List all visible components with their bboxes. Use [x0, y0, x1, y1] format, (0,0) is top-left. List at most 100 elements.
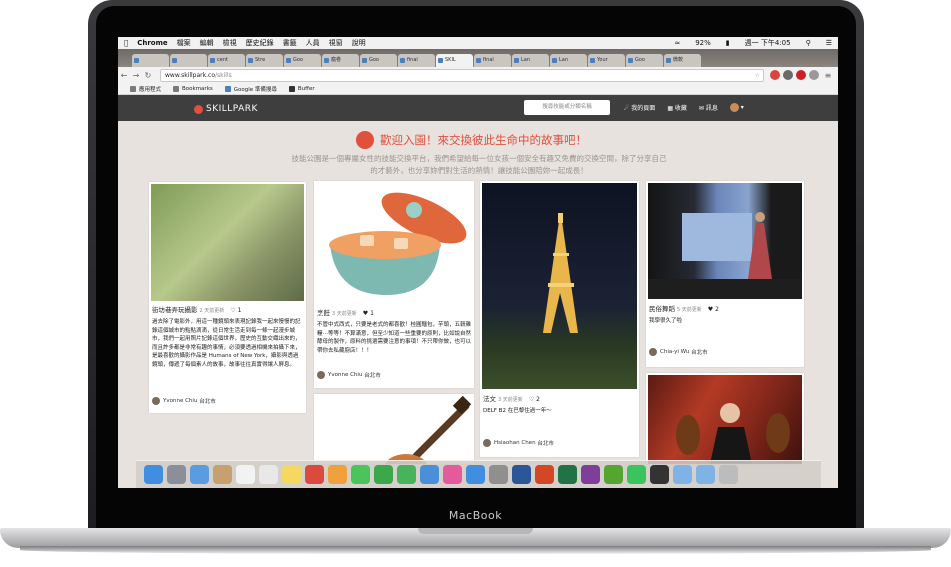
clock[interactable]: 週一 下午4:05 — [745, 38, 791, 48]
line-icon[interactable] — [627, 465, 646, 484]
menu-item-history[interactable]: 歷史紀錄 — [246, 38, 274, 48]
trash-icon[interactable] — [719, 465, 738, 484]
browser-tab[interactable]: 瘋卷 — [322, 54, 359, 67]
menu-item-people[interactable]: 人員 — [306, 38, 320, 48]
notifications-icon[interactable]: ☰ — [826, 39, 832, 47]
skill-card[interactable]: 街坊巷弄玩攝影 2 天前更新 ♡ 1 過去除了電影外，用這一種鏡頭來表現記錄我一起來… — [149, 182, 306, 413]
browser-tab[interactable]: 微軟 — [664, 54, 701, 67]
preview-icon[interactable] — [190, 465, 209, 484]
card-user[interactable]: Hsiaohan Chen 台北市 — [483, 439, 554, 447]
reload-icon[interactable]: ↻ — [142, 71, 154, 80]
menu-item-bookmarks[interactable]: 書籤 — [283, 38, 297, 48]
skill-search-input[interactable]: 搜尋技能或分類名稱 — [524, 100, 610, 115]
menu-item-view[interactable]: 檢視 — [223, 38, 237, 48]
browser-tab[interactable]: cent — [208, 54, 245, 67]
spotlight-icon[interactable]: ⚲ — [806, 39, 811, 47]
skill-card[interactable] — [646, 373, 804, 464]
skill-card[interactable]: 民俗舞蹈 5 天前更新 ♥ 2 我學很久了啦 Chia-yi Wu 台北市 — [646, 181, 804, 367]
heart-icon[interactable]: ♥ 1 — [363, 310, 374, 317]
onenote-icon[interactable] — [581, 465, 600, 484]
logo-text: SKILLPARK — [206, 104, 258, 114]
keynote-icon[interactable] — [420, 465, 439, 484]
bookmark-folder[interactable]: Bookmarks — [173, 85, 213, 92]
menu-item-window[interactable]: 視窗 — [329, 38, 343, 48]
browser-tab[interactable]: Goo — [626, 54, 663, 67]
skill-title: 烹飪 — [317, 309, 330, 317]
browser-tab[interactable]: Goo — [360, 54, 397, 67]
skill-card[interactable]: 烹飪 3 天前更新 ♥ 1 不管中式西式，只要是老式的都喜歡！桂圓麵包，芋頭，五穀雜… — [314, 181, 474, 388]
intro-text: 技能公園是一個專屬女性的技能交換平台，我們希望給每一位女孩一個安全有趣又免費的交… — [264, 153, 694, 177]
menu-item-help[interactable]: 說明 — [352, 38, 366, 48]
apple-icon[interactable]:  — [124, 39, 128, 47]
nav-favorites[interactable]: ▦ 收藏 — [667, 103, 687, 112]
menu-app[interactable]: Chrome — [137, 39, 167, 47]
site-logo[interactable]: SKILLPARK — [194, 104, 258, 114]
address-bar[interactable]: www.skillpark.co/skills ☆ — [160, 68, 764, 82]
photos-icon[interactable] — [328, 465, 347, 484]
browser-tab[interactable] — [170, 54, 207, 67]
screen:  Chrome 檔案 編輯 檢視 歷史紀錄 書籤 人員 視窗 說明 ≈ 92%… — [118, 37, 838, 488]
launchpad-icon[interactable] — [167, 465, 186, 484]
bookmark-google[interactable]: Google 準備搜尋 — [224, 85, 277, 93]
battery-percent[interactable]: 92% — [695, 39, 711, 47]
card-user[interactable]: Chia-yi Wu 台北市 — [649, 348, 708, 356]
heart-icon[interactable]: ♡ 1 — [230, 307, 241, 314]
pinterest-icon[interactable] — [796, 70, 806, 80]
excel-icon[interactable] — [558, 465, 577, 484]
browser-tab-active[interactable]: SKIL — [436, 54, 473, 67]
nav-my-page[interactable]: ☄ 我的頁面 — [624, 103, 655, 112]
skill-card[interactable]: 法文 3 天前更新 ♡ 2 DELF B2 在巴黎住過一年～ Hsiaohan Ch… — [480, 181, 639, 457]
notes-icon[interactable] — [282, 465, 301, 484]
contacts-icon[interactable] — [213, 465, 232, 484]
calendar-icon[interactable] — [236, 465, 255, 484]
bookmark-star-icon[interactable]: ☆ — [755, 70, 760, 81]
browser-tab[interactable]: final — [474, 54, 511, 67]
skill-card[interactable] — [314, 394, 474, 464]
browser-tab[interactable] — [132, 54, 169, 67]
menu-item-edit[interactable]: 編輯 — [200, 38, 214, 48]
system-preferences-icon[interactable] — [489, 465, 508, 484]
card-user[interactable]: Yvonne Chiu 台北市 — [152, 397, 216, 405]
extension-icon[interactable] — [809, 70, 819, 80]
folder-icon — [173, 85, 180, 92]
chrome-icon[interactable] — [305, 465, 324, 484]
profile-menu[interactable]: ▾ — [729, 103, 744, 112]
bookmark-buffer[interactable]: Buffer — [288, 85, 315, 92]
numbers-icon[interactable] — [397, 465, 416, 484]
bookmark-apps[interactable]: 應用程式 — [130, 85, 161, 93]
downloads-icon[interactable] — [696, 465, 715, 484]
menu-item-file[interactable]: 檔案 — [177, 38, 191, 48]
browser-tab[interactable]: Your — [588, 54, 625, 67]
browser-tab[interactable]: Goo — [284, 54, 321, 67]
skill-title-row: 烹飪 3 天前更新 ♥ 1 — [317, 307, 374, 317]
powerpoint-icon[interactable] — [535, 465, 554, 484]
finder-icon[interactable] — [144, 465, 163, 484]
itunes-icon[interactable] — [443, 465, 462, 484]
card-user[interactable]: Yvonne Chiu 台北市 — [317, 371, 381, 379]
browser-tab[interactable]: Lan — [550, 54, 587, 67]
heart-icon[interactable]: ♥ 2 — [708, 306, 719, 313]
updated-time: 3 天前更新 — [332, 311, 357, 317]
terminal-icon[interactable] — [650, 465, 669, 484]
facetime-icon[interactable] — [374, 465, 393, 484]
app-store-icon[interactable] — [466, 465, 485, 484]
folder-icon[interactable] — [673, 465, 692, 484]
heart-icon[interactable]: ♡ 2 — [529, 396, 540, 403]
mac-dock — [136, 460, 821, 488]
evernote-icon[interactable] — [604, 465, 623, 484]
nav-messages[interactable]: ✉ 訊息 — [699, 103, 718, 112]
browser-tab[interactable]: Stre — [246, 54, 283, 67]
wifi-icon[interactable]: ≈ — [674, 39, 680, 47]
extension-icon[interactable] — [783, 70, 793, 80]
mac-menubar:  Chrome 檔案 編輯 檢視 歷史紀錄 書籤 人員 視窗 說明 ≈ 92%… — [118, 37, 838, 49]
chrome-menu-icon[interactable]: ≡ — [822, 71, 834, 80]
browser-tab[interactable]: Lan — [512, 54, 549, 67]
word-icon[interactable] — [512, 465, 531, 484]
reminders-icon[interactable] — [259, 465, 278, 484]
forward-icon[interactable]: → — [130, 71, 142, 80]
messages-icon[interactable] — [351, 465, 370, 484]
browser-tab[interactable]: final — [398, 54, 435, 67]
back-icon[interactable]: ← — [118, 71, 130, 80]
user-name: Yvonne Chiu — [328, 372, 363, 378]
extension-icon[interactable] — [770, 70, 780, 80]
